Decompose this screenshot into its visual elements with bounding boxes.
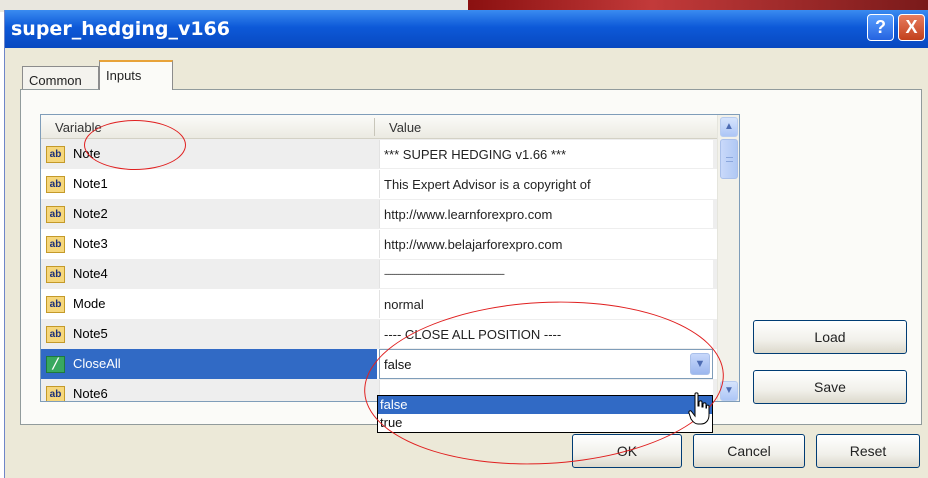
string-type-icon: ab <box>46 236 65 253</box>
scroll-thumb[interactable] <box>720 139 738 179</box>
value-combobox[interactable]: false ▼ <box>379 349 713 379</box>
string-type-icon: ab <box>46 266 65 283</box>
boolean-type-icon: ╱ <box>46 356 65 373</box>
string-type-icon: ab <box>46 146 65 163</box>
table-row[interactable]: ab Note4 -------------------------------… <box>41 259 717 289</box>
variable-cell: ╱ CloseAll <box>41 349 377 379</box>
close-button[interactable]: X <box>898 14 925 41</box>
table-header: Variable Value <box>41 115 717 139</box>
table-row[interactable]: ab Note1 This Expert Advisor is a copyri… <box>41 169 717 199</box>
table-row-selected[interactable]: ╱ CloseAll false ▼ <box>41 349 717 379</box>
variable-value: ----------------------------------------… <box>384 269 505 279</box>
hand-cursor-icon <box>688 392 710 425</box>
table-row[interactable]: ab Note5 ---- CLOSE ALL POSITION ---- <box>41 319 717 349</box>
variable-cell: ab Note <box>41 139 377 169</box>
variable-name: CloseAll <box>73 356 121 371</box>
variable-value: normal <box>384 297 424 312</box>
cancel-button[interactable]: Cancel <box>693 434 805 468</box>
variable-name: Note5 <box>73 326 108 341</box>
dropdown-option-false[interactable]: false <box>378 396 712 414</box>
value-cell[interactable]: http://www.belajarforexpro.com <box>379 230 713 258</box>
variable-value: ---- CLOSE ALL POSITION ---- <box>384 327 562 342</box>
variable-name: Mode <box>73 296 106 311</box>
variable-name: Note4 <box>73 266 108 281</box>
save-button[interactable]: Save <box>753 370 907 404</box>
string-type-icon: ab <box>46 206 65 223</box>
value-cell[interactable]: *** SUPER HEDGING v1.66 *** <box>379 140 713 168</box>
inputs-table: Variable Value ab Note *** SUPER HEDGING… <box>40 114 740 402</box>
column-header-variable[interactable]: Variable <box>55 120 102 135</box>
variable-name: Note2 <box>73 206 108 221</box>
variable-value: *** SUPER HEDGING v1.66 *** <box>384 147 567 162</box>
combobox-value: false <box>384 357 412 372</box>
variable-value: http://www.belajarforexpro.com <box>384 237 563 252</box>
vertical-scrollbar[interactable]: ▲ ▼ <box>717 115 739 401</box>
variable-cell: ab Note4 <box>41 259 377 289</box>
column-divider[interactable] <box>374 118 375 136</box>
scroll-up-icon[interactable]: ▲ <box>720 117 738 137</box>
string-type-icon: ab <box>46 176 65 193</box>
variable-name: Note <box>73 146 101 161</box>
variable-cell: ab Note3 <box>41 229 377 259</box>
table-row[interactable]: ab Note3 http://www.belajarforexpro.com <box>41 229 717 259</box>
value-cell[interactable]: This Expert Advisor is a copyright of <box>379 170 713 198</box>
tab-common[interactable]: Common <box>22 66 99 90</box>
window-title: super_hedging_v166 <box>11 18 230 40</box>
help-button[interactable]: ? <box>867 14 894 41</box>
reset-button[interactable]: Reset <box>816 434 920 468</box>
string-type-icon: ab <box>46 296 65 313</box>
value-cell[interactable]: ----------------------------------------… <box>379 260 713 288</box>
load-button[interactable]: Load <box>753 320 907 354</box>
variable-name: Note3 <box>73 236 108 251</box>
value-cell[interactable]: http://www.learnforexpro.com <box>379 200 713 228</box>
variable-cell: ab Note2 <box>41 199 377 229</box>
variable-cell: ab Note5 <box>41 319 377 349</box>
string-type-icon: ab <box>46 326 65 343</box>
tab-common-label: Common <box>29 73 82 88</box>
variable-name: Note6 <box>73 386 108 401</box>
string-type-icon: ab <box>46 386 65 401</box>
value-cell[interactable]: ---- CLOSE ALL POSITION ---- <box>379 320 713 348</box>
table-row[interactable]: ab Note *** SUPER HEDGING v1.66 *** <box>41 139 717 169</box>
tab-inputs-label: Inputs <box>106 68 142 83</box>
table-row[interactable]: ab Mode normal <box>41 289 717 319</box>
value-cell[interactable]: normal <box>379 290 713 318</box>
value-dropdown-list: false true <box>377 395 713 433</box>
tab-inputs[interactable]: Inputs <box>99 60 173 90</box>
scroll-down-icon[interactable]: ▼ <box>720 381 738 401</box>
variable-value: http://www.learnforexpro.com <box>384 207 553 222</box>
variable-cell: ab Mode <box>41 289 377 319</box>
chevron-down-icon[interactable]: ▼ <box>690 353 710 375</box>
dropdown-option-true[interactable]: true <box>378 414 712 432</box>
variable-name: Note1 <box>73 176 108 191</box>
variable-cell: ab Note6 <box>41 379 377 401</box>
variable-value: This Expert Advisor is a copyright of <box>384 177 591 192</box>
variable-cell: ab Note1 <box>41 169 377 199</box>
title-bar[interactable]: super_hedging_v166 ? X <box>5 10 928 48</box>
table-row[interactable]: ab Note2 http://www.learnforexpro.com <box>41 199 717 229</box>
column-header-value[interactable]: Value <box>389 120 421 135</box>
ok-button[interactable]: OK <box>572 434 682 468</box>
